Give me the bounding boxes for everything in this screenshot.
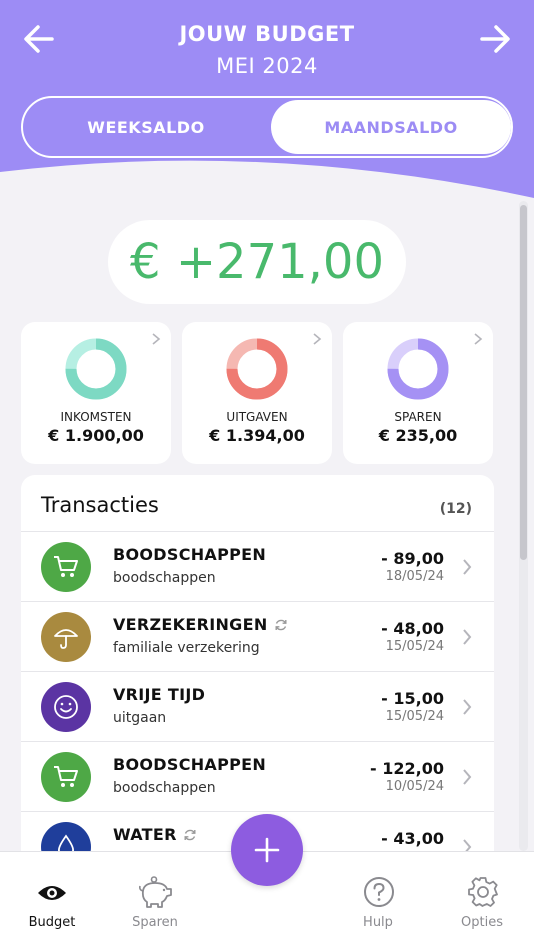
- balance-amount: € +271,00: [108, 220, 406, 304]
- eye-icon: [38, 886, 66, 900]
- scrollbar[interactable]: [519, 201, 528, 851]
- transaction-row[interactable]: BOODSCHAPPEN boodschappen - 122,00 10/05…: [21, 742, 494, 812]
- chevron-right-icon: [463, 559, 472, 575]
- transaction-amount: - 89,00: [381, 549, 444, 568]
- summary-amount: € 1.394,00: [209, 426, 305, 445]
- transaction-date: 15/05/24: [385, 639, 444, 654]
- transaction-amount: - 48,00: [381, 619, 444, 638]
- transaction-category: BOODSCHAPPEN: [113, 545, 267, 564]
- tab-label: Budget: [28, 915, 76, 930]
- chevron-right-icon: [152, 333, 161, 345]
- tab-opties[interactable]: Opties: [437, 852, 527, 950]
- savings-donut-icon: [387, 338, 449, 400]
- recurring-icon: [184, 829, 196, 840]
- transaction-description: boodschappen: [113, 570, 216, 586]
- tab-maandsaldo[interactable]: MAANDSALDO: [271, 100, 511, 154]
- chevron-right-icon: [474, 333, 483, 345]
- tab-weeksaldo[interactable]: WEEKSALDO: [25, 100, 267, 154]
- tab-sparen[interactable]: Sparen: [110, 852, 200, 950]
- transaction-row[interactable]: VRIJE TIJD uitgaan - 15,00 15/05/24: [21, 672, 494, 742]
- tab-label: Sparen: [132, 915, 178, 930]
- tab-label: Opties: [461, 915, 503, 930]
- cart-icon: [41, 542, 91, 592]
- chevron-right-icon: [463, 769, 472, 785]
- umbrella-icon: [41, 612, 91, 662]
- summary-amount: € 1.900,00: [48, 426, 144, 445]
- tab-label: Hulp: [363, 915, 393, 930]
- tab-budget[interactable]: Budget: [7, 852, 97, 950]
- summary-card-inkomsten[interactable]: INKOMSTEN € 1.900,00: [21, 322, 171, 464]
- transaction-row[interactable]: BOODSCHAPPEN boodschappen - 89,00 18/05/…: [21, 532, 494, 602]
- cart-icon: [41, 752, 91, 802]
- transaction-description: boodschappen: [113, 780, 216, 796]
- transaction-date: 10/05/24: [385, 779, 444, 794]
- recurring-icon: [275, 619, 287, 630]
- help-icon: [364, 877, 394, 907]
- transaction-amount: - 122,00: [370, 759, 444, 778]
- transaction-amount: - 43,00: [381, 829, 444, 848]
- summary-label: SPAREN: [394, 410, 442, 424]
- summary-card-sparen[interactable]: SPAREN € 235,00: [343, 322, 493, 464]
- transaction-category: VERZEKERINGEN: [113, 615, 288, 634]
- transaction-description: uitgaan: [113, 710, 167, 726]
- next-month-arrow-icon[interactable]: [478, 22, 512, 56]
- gear-icon: [468, 877, 498, 907]
- piggy-bank-icon: [139, 876, 172, 908]
- summary-label: INKOMSTEN: [60, 410, 132, 424]
- balance-period-toggle: WEEKSALDO MAANDSALDO: [21, 96, 513, 158]
- transactions-count: (12): [439, 501, 472, 517]
- summary-card-uitgaven[interactable]: UITGAVEN € 1.394,00: [182, 322, 332, 464]
- page-title: JOUW BUDGET: [179, 22, 355, 46]
- summary-label: UITGAVEN: [226, 410, 288, 424]
- add-transaction-button[interactable]: [231, 814, 303, 886]
- transaction-category: WATER: [113, 825, 197, 844]
- transaction-amount: - 15,00: [381, 689, 444, 708]
- transaction-description: familiale verzekering: [113, 640, 260, 656]
- chevron-right-icon: [463, 629, 472, 645]
- chevron-right-icon: [463, 699, 472, 715]
- plus-icon: [254, 837, 280, 863]
- transaction-category: VRIJE TIJD: [113, 685, 206, 704]
- expenses-donut-icon: [226, 338, 288, 400]
- chevron-right-icon: [313, 333, 322, 345]
- period-label: MEI 2024: [216, 54, 318, 78]
- income-donut-icon: [65, 338, 127, 400]
- header: JOUW BUDGET MEI 2024 WEEKSALDO MAANDSALD…: [0, 0, 534, 200]
- transaction-date: 18/05/24: [385, 569, 444, 584]
- transactions-header: Transacties (12): [21, 475, 494, 532]
- scrollbar-thumb[interactable]: [520, 205, 527, 560]
- transaction-row[interactable]: VERZEKERINGEN familiale verzekering - 48…: [21, 602, 494, 672]
- summary-amount: € 235,00: [378, 426, 458, 445]
- smiley-icon: [41, 682, 91, 732]
- tab-hulp[interactable]: Hulp: [333, 852, 423, 950]
- transaction-category: BOODSCHAPPEN: [113, 755, 267, 774]
- transaction-date: 15/05/24: [385, 709, 444, 724]
- transactions-heading: Transacties: [41, 493, 159, 517]
